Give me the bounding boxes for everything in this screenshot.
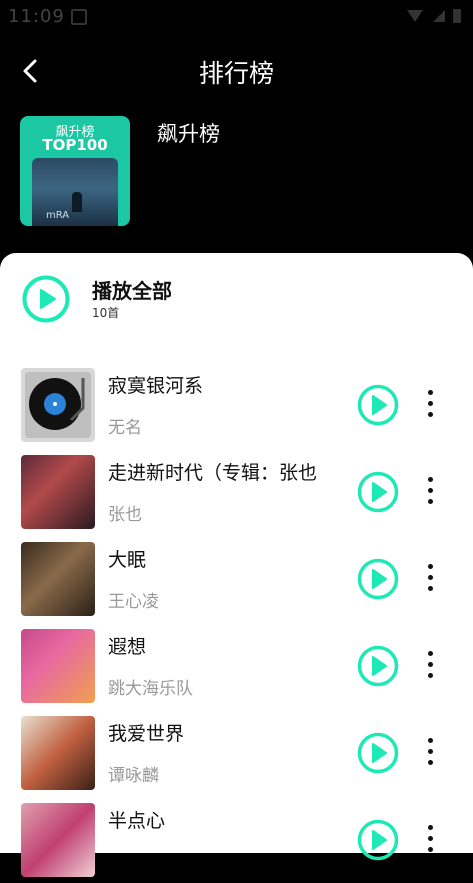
play-icon[interactable]: [357, 819, 399, 861]
more-options-icon[interactable]: [420, 738, 440, 768]
cover-subtitle: TOP100: [42, 136, 108, 154]
song-title: 我爱世界: [108, 723, 185, 745]
play-all-label[interactable]: 播放全部: [92, 275, 172, 304]
song-row[interactable]: 半点心: [0, 803, 473, 883]
list-name: 飙升榜: [157, 122, 220, 146]
play-icon[interactable]: [357, 645, 399, 687]
more-options-icon[interactable]: [420, 390, 440, 420]
more-options-icon[interactable]: [420, 651, 440, 681]
song-artist: 跳大海乐队: [108, 679, 193, 699]
play-all-button[interactable]: [22, 275, 70, 323]
song-cover: [21, 716, 95, 790]
song-row[interactable]: 我爱世界 谭咏麟: [0, 716, 473, 796]
status-bar: 11:09: [0, 0, 473, 32]
more-options-icon[interactable]: [420, 477, 440, 507]
song-title: 大眠: [108, 549, 147, 571]
song-row[interactable]: 走进新时代（专辑：张也 张也: [0, 455, 473, 535]
song-cover: [21, 542, 95, 616]
song-count: 10首: [92, 306, 120, 320]
song-artist: 王心凌: [108, 592, 159, 612]
page-title: 排行榜: [198, 59, 274, 88]
play-icon[interactable]: [357, 471, 399, 513]
cover-artwork: mRA: [32, 158, 118, 226]
header: 排行榜: [0, 40, 473, 100]
song-row[interactable]: 大眠 王心凌: [0, 542, 473, 622]
song-artist: 张也: [108, 505, 142, 525]
song-row[interactable]: 寂寞银河系 无名: [0, 368, 473, 448]
record-player-icon: [25, 372, 91, 438]
more-options-icon[interactable]: [420, 564, 440, 594]
song-title: 走进新时代（专辑：张也: [108, 462, 318, 484]
play-icon[interactable]: [357, 558, 399, 600]
play-icon[interactable]: [357, 732, 399, 774]
signal-icon: [407, 9, 461, 23]
cover-figure: [72, 192, 82, 212]
song-row[interactable]: 遐想 跳大海乐队: [0, 629, 473, 709]
song-title: 寂寞银河系: [108, 375, 204, 397]
cover-art-text: mRA: [46, 210, 70, 221]
song-artist: 谭咏麟: [108, 766, 159, 786]
more-options-icon[interactable]: [420, 825, 440, 855]
play-icon[interactable]: [357, 384, 399, 426]
chart-cover: 飙升榜 TOP100 mRA: [20, 116, 130, 226]
status-time: 11:09: [8, 6, 65, 27]
song-cover: [21, 368, 95, 442]
song-sheet: 播放全部 10首 寂寞银河系 无名 走进新时代（专辑：张也 张也 大眠 王心凌: [0, 253, 473, 877]
song-title: 遐想: [108, 636, 147, 658]
song-cover: [21, 629, 95, 703]
song-cover: [21, 455, 95, 529]
notification-icon: [71, 9, 87, 25]
song-title: 半点心: [108, 810, 166, 832]
song-cover: [21, 803, 95, 877]
song-artist: 无名: [108, 418, 142, 438]
